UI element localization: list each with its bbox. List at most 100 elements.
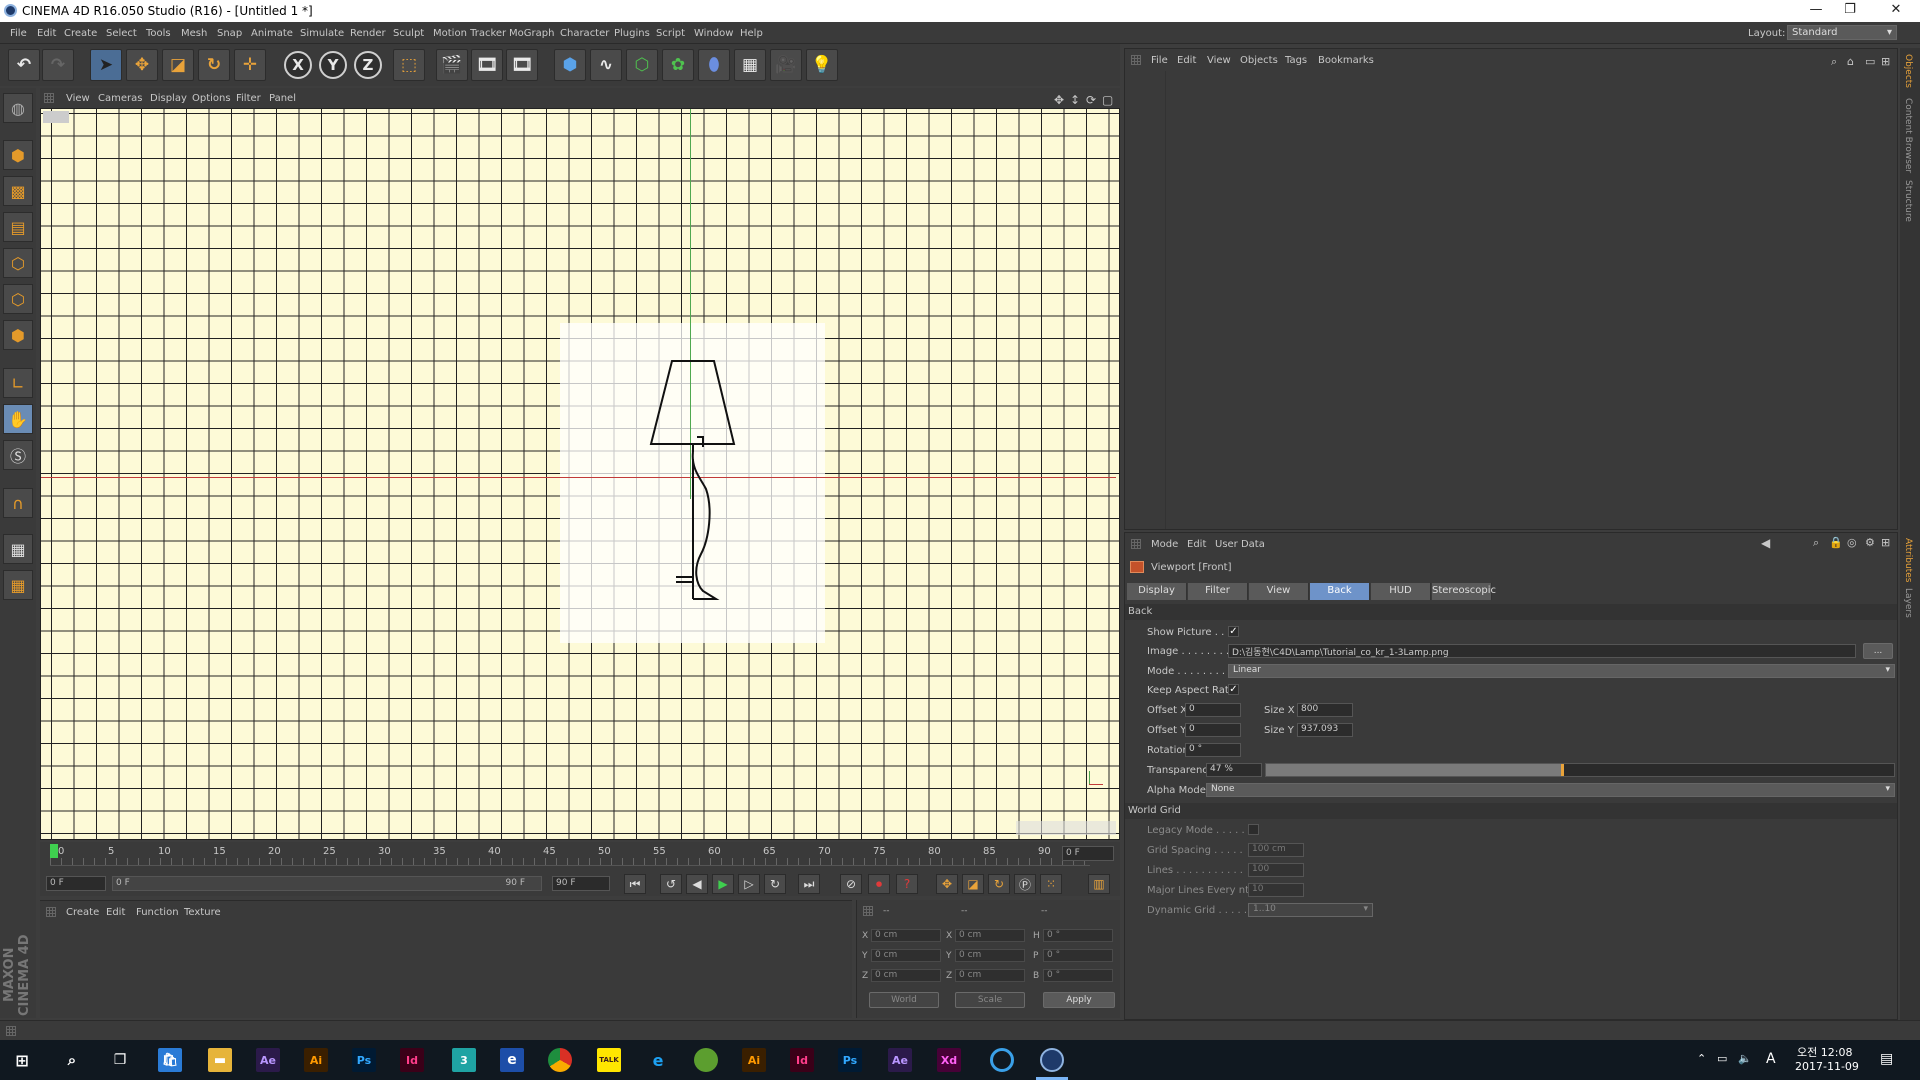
menu-help[interactable]: Help	[740, 28, 763, 39]
target-icon[interactable]: ◎	[1847, 536, 1857, 549]
position-x-field[interactable]: 0 cm	[871, 929, 941, 942]
tab-stereoscopic[interactable]: Stereoscopic	[1432, 583, 1496, 600]
timeline-ruler[interactable]: 0 5 10 15 20 25 30 35 40 45 50 55 60 65 …	[40, 842, 1120, 872]
browse-image-button[interactable]: ...	[1863, 643, 1893, 659]
quick-assist-icon[interactable]	[990, 1048, 1014, 1072]
render-settings-button[interactable]: 🎞	[506, 49, 538, 81]
floor-button[interactable]: ▦	[734, 49, 766, 81]
cube-button[interactable]: ⬢	[554, 49, 586, 81]
menu-motion-tracker[interactable]: Motion Tracker	[433, 28, 506, 39]
tab-attributes[interactable]: Attributes	[1903, 538, 1913, 582]
live-selection-button[interactable]: ➤	[90, 49, 122, 81]
tab-structure[interactable]: Structure	[1903, 180, 1913, 222]
material-menu-create[interactable]: Create	[66, 907, 99, 918]
camera-button[interactable]: 🎥	[770, 49, 802, 81]
x-axis-button[interactable]: X	[284, 51, 312, 79]
3dsmax-icon[interactable]: 3	[452, 1048, 476, 1072]
menu-render[interactable]: Render	[350, 28, 386, 39]
rotation-p-field[interactable]: 0 °	[1043, 949, 1113, 962]
workplane-mode-button[interactable]: ▤	[3, 212, 33, 242]
objects-menu-view[interactable]: View	[1207, 55, 1231, 66]
clock-date[interactable]: 2017-11-09	[1795, 1060, 1859, 1073]
notification-icon[interactable]: ▤	[1880, 1051, 1893, 1067]
tab-display[interactable]: Display	[1127, 583, 1187, 600]
menu-script[interactable]: Script	[656, 28, 685, 39]
new-window-icon[interactable]: ▭	[1865, 55, 1875, 68]
network-icon[interactable]: ▭	[1717, 1052, 1727, 1065]
timeline-button[interactable]: ▥	[1088, 874, 1110, 894]
size-y-field[interactable]: 937.093	[1297, 723, 1353, 737]
viewport-menu-cameras[interactable]: Cameras	[98, 93, 142, 104]
size-z-field[interactable]: 0 cm	[955, 969, 1025, 982]
menu-edit[interactable]: Edit	[37, 28, 56, 39]
input-language[interactable]: A	[1766, 1051, 1776, 1067]
rotate-button[interactable]: ↻	[198, 49, 230, 81]
viewport-menu-view[interactable]: View	[66, 93, 90, 104]
previous-frame-button[interactable]: ◀	[686, 874, 708, 894]
tray-chevron-icon[interactable]: ⌃	[1697, 1052, 1706, 1065]
z-axis-button[interactable]: Z	[354, 51, 382, 79]
y-axis-button[interactable]: Y	[319, 51, 347, 79]
show-picture-checkbox[interactable]: ✓	[1228, 626, 1239, 637]
front-viewport[interactable]	[40, 108, 1120, 840]
viewport-menu-options[interactable]: Options	[192, 93, 231, 104]
menu-file[interactable]: File	[10, 28, 27, 39]
make-editable-button[interactable]: ◍	[3, 93, 33, 123]
deformer-button[interactable]: ⬮	[698, 49, 730, 81]
adobe-xd-icon[interactable]: Xd	[937, 1048, 961, 1072]
photoshop-icon[interactable]: Ps	[352, 1048, 376, 1072]
indesign-icon[interactable]: Id	[790, 1048, 814, 1072]
viewport-zoom-icon[interactable]: ↕	[1070, 93, 1080, 107]
coordinate-system-button[interactable]: ⬚	[393, 49, 425, 81]
alpha-mode-select[interactable]: None ▾	[1206, 783, 1895, 797]
windows-start-icon[interactable]: ⊞	[10, 1048, 34, 1072]
render-picture-viewer-button[interactable]: 🎞	[471, 49, 503, 81]
position-y-field[interactable]: 0 cm	[871, 949, 941, 962]
home-icon[interactable]: ⌂	[1847, 55, 1854, 68]
store-icon[interactable]: 🛍	[158, 1048, 182, 1072]
clock-time[interactable]: 오전 12:08	[1797, 1044, 1852, 1060]
menu-mograph[interactable]: MoGraph	[509, 28, 554, 39]
scale-button[interactable]: ◪	[162, 49, 194, 81]
mode-select[interactable]: Linear ▾	[1228, 664, 1895, 678]
grid-spacing-field[interactable]: 100 cm	[1248, 843, 1304, 857]
attr-menu-edit[interactable]: Edit	[1187, 539, 1206, 550]
rotation-h-field[interactable]: 0 °	[1043, 929, 1113, 942]
offset-x-field[interactable]: 0	[1185, 703, 1241, 717]
rotation-b-field[interactable]: 0 °	[1043, 969, 1113, 982]
frame-range-slider[interactable]: 0 F 90 F	[112, 876, 542, 891]
model-mode-button[interactable]: ⬢	[3, 140, 33, 170]
objects-menu-tags[interactable]: Tags	[1285, 55, 1307, 66]
menu-mesh[interactable]: Mesh	[181, 28, 207, 39]
render-view-button[interactable]: 🎬	[436, 49, 468, 81]
transparency-field[interactable]: 47 %	[1206, 763, 1262, 777]
material-menu-function[interactable]: Function	[136, 907, 179, 918]
volume-icon[interactable]: 🔈	[1738, 1052, 1752, 1065]
objects-menu-objects[interactable]: Objects	[1240, 55, 1278, 66]
menu-window[interactable]: Window	[694, 28, 733, 39]
viewport-menu-filter[interactable]: Filter	[236, 93, 261, 104]
menu-sculpt[interactable]: Sculpt	[393, 28, 424, 39]
viewport-move-icon[interactable]: ✥	[1054, 93, 1064, 107]
next-frame-button[interactable]: ▷	[738, 874, 760, 894]
menu-plugins[interactable]: Plugins	[614, 28, 650, 39]
playhead[interactable]	[50, 844, 58, 858]
expand-icon[interactable]: ⊞	[1881, 55, 1890, 68]
size-x-field[interactable]: 0 cm	[955, 929, 1025, 942]
lines-field[interactable]: 100	[1248, 863, 1304, 877]
file-explorer-icon[interactable]: ▬	[208, 1048, 232, 1072]
layout-select[interactable]: Standard ▾	[1787, 25, 1897, 40]
material-menu-texture[interactable]: Texture	[184, 907, 221, 918]
key-pla-button[interactable]: ⁙	[1040, 874, 1062, 894]
cinema4d-taskbar-icon[interactable]	[1040, 1048, 1064, 1072]
dynamic-grid-select[interactable]: 1..10 ▾	[1248, 903, 1373, 917]
offset-y-field[interactable]: 0	[1185, 723, 1241, 737]
end-frame-field[interactable]: 90 F	[552, 876, 610, 891]
menu-snap[interactable]: Snap	[217, 28, 242, 39]
task-view-icon[interactable]: ❐	[108, 1048, 132, 1072]
panel-grip-icon[interactable]	[863, 906, 873, 916]
position-z-field[interactable]: 0 cm	[871, 969, 941, 982]
edge-icon[interactable]: e	[500, 1048, 524, 1072]
play-button[interactable]: ▶	[712, 874, 734, 894]
panel-grip-icon[interactable]	[46, 907, 56, 917]
